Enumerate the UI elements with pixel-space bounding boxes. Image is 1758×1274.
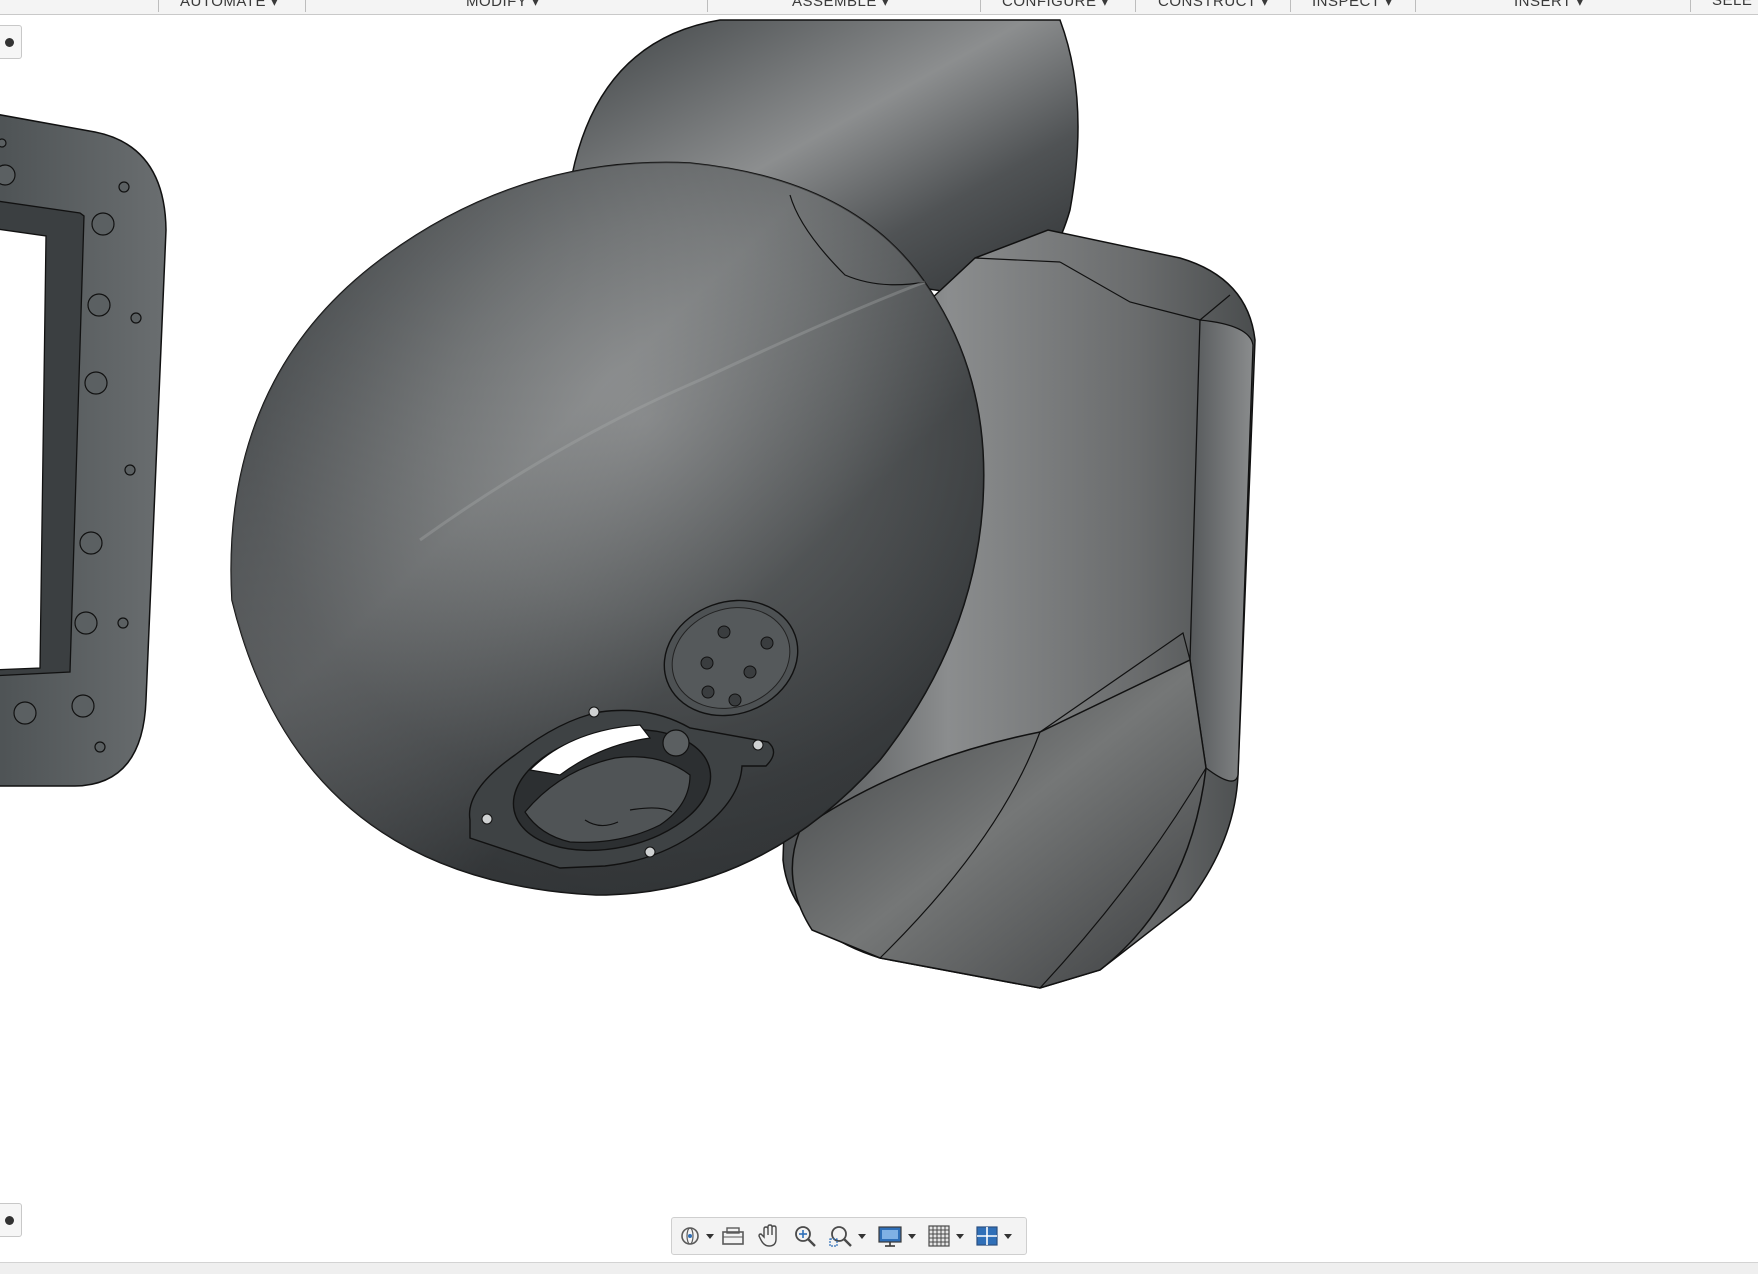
ribbon-separator (305, 0, 306, 12)
fit-menu-caret[interactable] (858, 1233, 866, 1239)
grid-menu-caret[interactable] (956, 1233, 964, 1239)
status-bar (0, 1262, 1758, 1274)
toolbar-ribbon: AUTOMATE ▾ MODIFY ▾ ASSEMBLE ▾ CONFIGURE… (0, 0, 1758, 15)
ribbon-separator (1690, 0, 1691, 12)
ribbon-separator (1290, 0, 1291, 12)
ribbon-separator (1415, 0, 1416, 12)
orbit-icon (681, 1227, 699, 1245)
tab-configure[interactable]: CONFIGURE ▾ (1002, 0, 1109, 12)
zoom-button[interactable] (792, 1221, 818, 1251)
orbit-menu-caret[interactable] (706, 1233, 714, 1239)
frame-plate[interactable] (0, 113, 167, 787)
display-settings-icon (878, 1226, 902, 1247)
display-settings-button[interactable] (876, 1221, 904, 1251)
fit-window-button[interactable] (828, 1221, 854, 1251)
grid-button[interactable] (926, 1221, 952, 1251)
viewports-menu-caret[interactable] (1004, 1233, 1012, 1239)
view-cube-icon (5, 37, 14, 47)
viewports-button[interactable] (974, 1221, 1000, 1251)
fit-window-icon (829, 1226, 852, 1247)
zoom-icon (795, 1226, 816, 1247)
tab-select[interactable]: SELE (1712, 0, 1752, 12)
orbit-button[interactable] (678, 1221, 702, 1251)
cad-application-window: AUTOMATE ▾ MODIFY ▾ ASSEMBLE ▾ CONFIGURE… (0, 0, 1758, 1274)
model-render[interactable] (0, 15, 1758, 1259)
tab-assemble[interactable]: ASSEMBLE ▾ (792, 0, 890, 12)
tab-construct[interactable]: CONSTRUCT ▾ (1158, 0, 1269, 12)
grid-icon (928, 1225, 950, 1247)
ribbon-separator (707, 0, 708, 12)
navigation-toolbar (671, 1217, 1027, 1255)
tab-modify[interactable]: MODIFY ▾ (466, 0, 540, 12)
pan-hand-icon (758, 1224, 777, 1247)
3d-viewport[interactable] (0, 15, 1758, 1259)
comments-toggle-button[interactable] (0, 1203, 22, 1237)
tab-inspect[interactable]: INSPECT ▾ (1312, 0, 1393, 12)
view-cube-button[interactable] (0, 25, 22, 59)
ribbon-separator (980, 0, 981, 12)
ribbon-separator (1135, 0, 1136, 12)
look-at-button[interactable] (720, 1221, 746, 1251)
pan-button[interactable] (756, 1221, 782, 1251)
tab-automate[interactable]: AUTOMATE ▾ (180, 0, 279, 12)
display-menu-caret[interactable] (908, 1233, 916, 1239)
ribbon-separator (158, 0, 159, 12)
tab-insert[interactable]: INSERT ▾ (1514, 0, 1584, 12)
look-at-icon (722, 1227, 744, 1245)
comments-icon (5, 1215, 14, 1225)
viewports-icon (976, 1226, 998, 1246)
